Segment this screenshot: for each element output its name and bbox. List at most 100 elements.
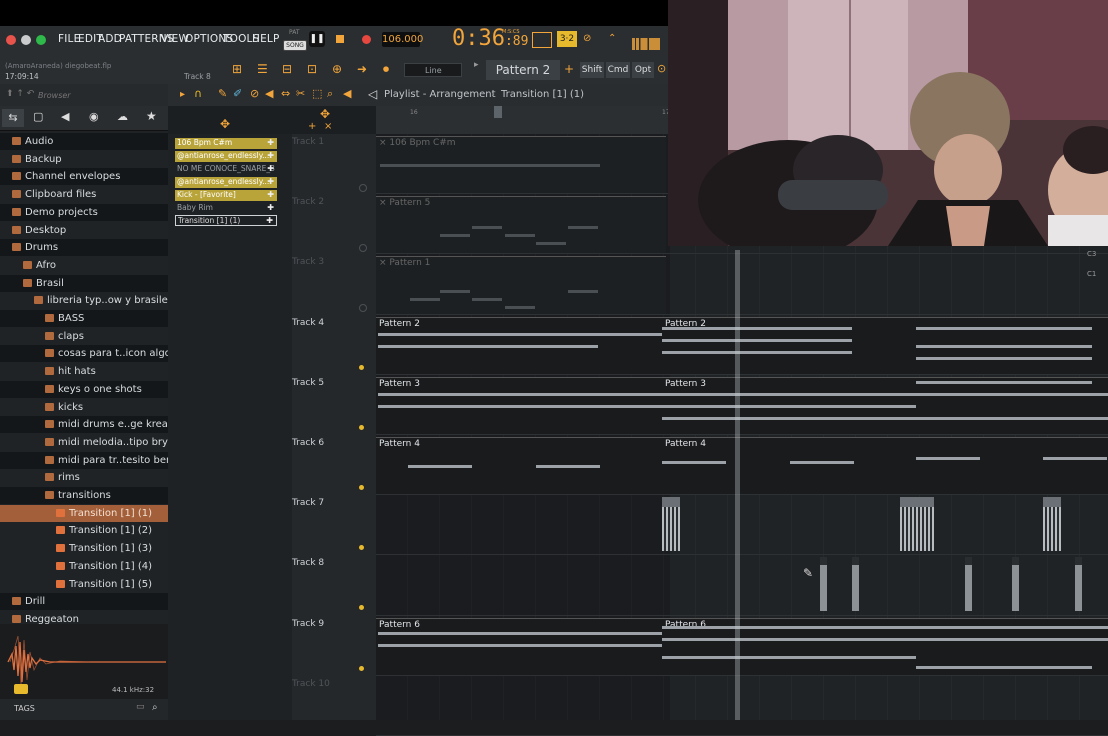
track-mute-led[interactable] — [359, 364, 364, 370]
track-name[interactable]: Track 6 — [292, 438, 370, 448]
mixer-icon[interactable]: ⊟ — [282, 62, 300, 80]
snap-selector[interactable]: Line — [404, 63, 462, 77]
browser-folder[interactable]: transitions — [0, 487, 168, 504]
playlist-options-icon[interactable]: ▸ — [180, 89, 185, 100]
browser-folder[interactable]: Afro — [0, 257, 168, 274]
track-name[interactable]: Track 1 — [292, 137, 370, 147]
audio-clip[interactable] — [1012, 557, 1019, 612]
pattern-clip[interactable]: Pattern 4 — [662, 437, 1108, 495]
menu-help[interactable]: HELP — [252, 33, 280, 45]
picker-item[interactable]: 106 Bpm C#m ✚ — [175, 138, 277, 149]
audio-clip[interactable] — [820, 557, 827, 612]
browser-file[interactable]: Transition [1] (2) — [0, 522, 168, 539]
playlist-icon[interactable]: ⊞ — [232, 62, 250, 80]
record-button[interactable] — [362, 35, 371, 44]
loop-icon[interactable]: ⊘ — [583, 33, 601, 45]
browser-file[interactable]: Transition [1] (4) — [0, 558, 168, 575]
audio-clip[interactable] — [1043, 497, 1061, 552]
slice-tool-icon[interactable]: ✂ — [296, 87, 305, 100]
pattern-clip[interactable]: × Pattern 5 — [376, 196, 666, 254]
picker-add-icon[interactable]: ✚ — [267, 177, 274, 186]
step-edit-icon[interactable]: 3·2 — [557, 31, 577, 47]
picker-item[interactable]: @antianrose_endlessly... ✚ — [175, 150, 277, 162]
delete-tool-icon[interactable]: ⊘ — [250, 87, 259, 100]
browser-folder[interactable]: cosas para t..icon algo asi — [0, 345, 168, 363]
speaker-icon[interactable]: ◁ — [368, 87, 377, 101]
song-position-marker[interactable] — [494, 106, 502, 118]
zoom-window-button[interactable] — [36, 35, 46, 45]
pattern-selector[interactable]: Pattern 2 — [486, 60, 560, 80]
browser-folder[interactable]: Clipboard files — [0, 186, 168, 203]
picker-add-icon[interactable]: ✚ — [267, 138, 274, 147]
browser-folder[interactable]: midi para tr..tesito beny o — [0, 451, 168, 469]
move-icon[interactable]: ✥ — [320, 107, 330, 121]
browser-folder[interactable]: Drums — [0, 239, 168, 257]
piano-icon[interactable] — [532, 32, 552, 48]
cmd-key-button[interactable]: Cmd — [606, 62, 630, 78]
browser-all-tab[interactable]: ⇆ — [2, 109, 24, 127]
track-mute-led[interactable] — [359, 184, 367, 192]
browser-folder[interactable]: Brasil — [0, 274, 168, 292]
browser-folder[interactable]: Desktop — [0, 222, 168, 239]
slip-tool-icon[interactable]: ⇔ — [281, 87, 290, 100]
pause-button[interactable]: ❚❚ — [309, 31, 325, 47]
browser-folder[interactable]: midi drums e..ge kreamly — [0, 416, 168, 434]
draw-tool-icon[interactable]: ✎ — [218, 87, 227, 100]
track-mute-led[interactable] — [359, 485, 364, 490]
plugin-icon[interactable]: ⊕ — [332, 62, 350, 80]
metronome-icon[interactable]: ⌃ — [608, 33, 626, 45]
paint-tool-icon[interactable]: ✐ — [233, 87, 242, 100]
magnet-icon[interactable]: ∩ — [194, 87, 202, 100]
pat-label[interactable]: PAT — [289, 29, 300, 36]
browser-toggle-icon[interactable]: ⊡ — [307, 62, 325, 80]
browser-folder[interactable]: claps — [0, 328, 168, 345]
track-name[interactable]: Track 7 — [292, 498, 370, 508]
browser-folder[interactable]: Demo projects — [0, 203, 168, 221]
folder-icon[interactable]: ▭ — [136, 702, 145, 712]
playback-tool-icon[interactable]: ◀ — [343, 87, 351, 100]
favorites-tab-icon[interactable]: ★ — [146, 109, 157, 123]
browser-folder[interactable]: Drill — [0, 593, 168, 611]
browser-file[interactable]: Transition [1] (1) — [0, 504, 168, 522]
browser-folder[interactable]: Backup — [0, 151, 168, 168]
track-name[interactable]: Track 3 — [292, 257, 370, 267]
audio-clip[interactable] — [900, 497, 934, 552]
playhead[interactable] — [735, 250, 740, 720]
browser-search-input[interactable] — [36, 88, 130, 102]
audio-clip[interactable] — [852, 557, 859, 612]
browser-file[interactable]: Transition [1] (3) — [0, 540, 168, 557]
audio-clip[interactable] — [965, 557, 972, 612]
select-tool-icon[interactable]: ⬚ — [312, 87, 322, 100]
preview-play-icon[interactable] — [14, 684, 28, 694]
picker-item[interactable]: Transition [1] (1) ✚ — [175, 215, 277, 227]
pattern-prev-icon[interactable]: ▸ — [474, 60, 482, 78]
picker-add-icon[interactable]: ✚ — [266, 216, 273, 225]
picker-add-icon[interactable]: ✚ — [267, 190, 274, 199]
speaker-tab-icon[interactable]: ◀ — [61, 110, 69, 123]
track-name[interactable]: Track 4 — [292, 318, 370, 328]
track-name[interactable]: Track 2 — [292, 197, 370, 207]
browser-folder[interactable]: midi melodia..tipo bryartz — [0, 434, 168, 451]
browser-folder[interactable]: Audio — [0, 133, 168, 150]
browser-folder[interactable]: Channel envelopes — [0, 168, 168, 186]
close-window-button[interactable] — [6, 35, 16, 45]
browser-folder[interactable]: libreria typ..ow y brasileño — [0, 292, 168, 309]
track-name[interactable]: Track 9 — [292, 619, 370, 629]
track-mute-led[interactable] — [359, 424, 364, 430]
browser-folder[interactable]: hit hats — [0, 363, 168, 380]
browser-back-icon[interactable]: ⬆ ↑ ↶ — [6, 89, 34, 99]
mute-tool-icon[interactable]: ◀ — [265, 87, 273, 100]
add-pattern-icon[interactable]: + — [564, 62, 574, 78]
browser-folder[interactable]: BASS — [0, 310, 168, 327]
cloud-tab-icon[interactable]: ☁ — [117, 110, 128, 123]
pattern-clip[interactable]: × Pattern 1 — [376, 256, 666, 314]
online-icon[interactable]: ⊙ — [657, 62, 668, 78]
plugin-db-tab-icon[interactable]: ◉ — [89, 110, 99, 123]
audio-clip[interactable] — [1075, 557, 1082, 612]
microphone-icon[interactable]: ⏺ — [383, 62, 397, 80]
channel-rack-icon[interactable]: ☰ — [257, 62, 275, 80]
browser-folder[interactable]: keys o one shots — [0, 380, 168, 398]
browser-folder[interactable]: kicks — [0, 399, 168, 416]
opt-key-button[interactable]: Opt — [632, 62, 654, 78]
picker-move-icon[interactable]: ✥ — [220, 117, 230, 131]
